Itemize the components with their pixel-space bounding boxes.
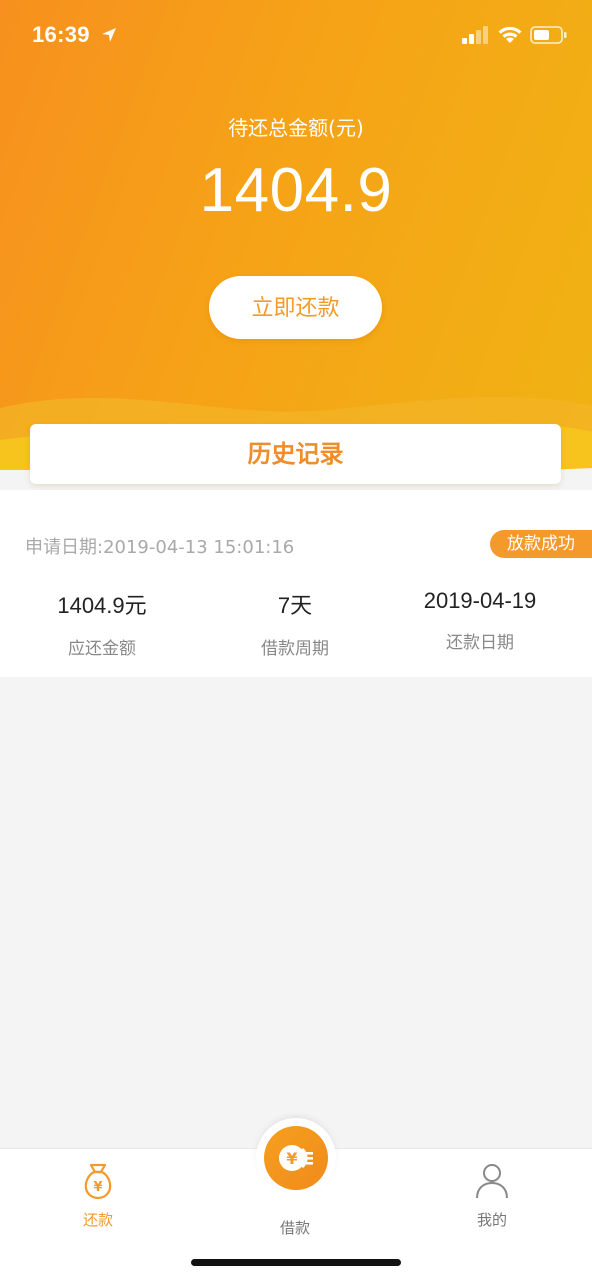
wifi-icon [498, 26, 522, 43]
stat-label: 借款周期 [261, 639, 329, 659]
stat-value: 7天 [277, 593, 313, 618]
stat-label: 还款日期 [446, 633, 514, 653]
location-arrow-icon [102, 28, 116, 42]
coin-icon: ¥ [279, 1145, 313, 1171]
tab-borrow[interactable]: 借款 [235, 1209, 355, 1238]
borrow-center-button[interactable]: ¥ [264, 1126, 328, 1190]
repay-now-button[interactable]: 立即还款 [209, 276, 382, 339]
status-bar: 16:39 [0, 0, 592, 70]
stat-value: 1404.9元 [57, 593, 147, 618]
stat-loan-term: 7天 借款周期 [200, 588, 390, 659]
tab-repay[interactable]: ¥ 还款 [38, 1161, 158, 1230]
stat-repay-date: 2019-04-19 还款日期 [385, 588, 575, 653]
history-records-button[interactable]: 历史记录 [30, 424, 561, 484]
stat-value: 2019-04-19 [423, 588, 537, 613]
svg-text:¥: ¥ [286, 1149, 297, 1168]
repayment-page: 16:39 待还总金额(元) 1404.9 立即还款 历史记录 申请日期:201… [0, 0, 592, 1280]
cellular-signal-icon [462, 26, 488, 44]
apply-date: 申请日期:2019-04-13 15:01:16 [25, 537, 295, 558]
tab-mine[interactable]: 我的 [432, 1161, 552, 1230]
status-badge: 放款成功 [490, 530, 592, 558]
total-due-label: 待还总金额(元) [228, 116, 364, 140]
home-indicator [191, 1259, 401, 1266]
tab-label: 我的 [476, 1211, 507, 1229]
status-time: 16:39 [32, 22, 90, 47]
summary-header [0, 0, 592, 470]
loan-record-card[interactable]: 申请日期:2019-04-13 15:01:16 放款成功 1404.9元 应还… [0, 490, 592, 677]
person-icon [476, 1164, 508, 1199]
svg-text:¥: ¥ [93, 1180, 102, 1195]
stat-label: 应还金额 [68, 639, 136, 659]
total-due-amount: 1404.9 [199, 156, 393, 225]
stat-amount-due: 1404.9元 应还金额 [7, 588, 197, 659]
tab-label: 还款 [82, 1211, 113, 1229]
tab-label: 借款 [279, 1219, 310, 1237]
money-bag-icon: ¥ [84, 1163, 112, 1200]
battery-icon [530, 26, 567, 44]
